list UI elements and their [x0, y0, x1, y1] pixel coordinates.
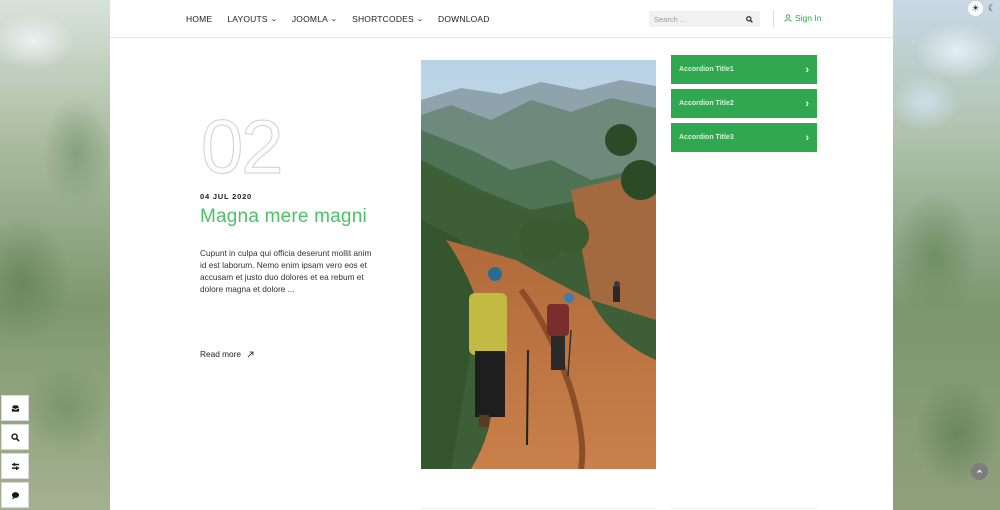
side-inbox-button[interactable] [1, 395, 29, 421]
theme-toggle: ☀ ☾ [968, 0, 1000, 17]
nav-home-label: HOME [186, 14, 213, 24]
light-mode-button[interactable]: ☀ [968, 1, 983, 16]
moon-icon[interactable]: ☾ [988, 3, 996, 14]
user-icon [784, 14, 792, 22]
accordion-item-1-label: Accordion Title1 [679, 66, 734, 73]
side-chat-button[interactable] [1, 482, 29, 508]
accordion-item-2-label: Accordion Title2 [679, 100, 734, 107]
chevron-right-icon: › [805, 63, 809, 76]
sign-in-label: Sign In [795, 13, 822, 23]
arrow-up-right-icon [247, 351, 254, 357]
article-image[interactable] [421, 60, 656, 469]
side-settings-button[interactable] [1, 453, 29, 479]
background-forest-right [893, 0, 1000, 510]
sliders-icon [11, 462, 19, 470]
chevron-up-icon [977, 469, 982, 473]
search-button[interactable] [741, 11, 757, 27]
chevron-right-icon: › [805, 131, 809, 144]
chevron-down-icon: ⌄ [330, 16, 338, 23]
page-container: HOME LAYOUTS ⌄ JOOMLA ⌄ SHORTCODES ⌄ DOW… [110, 0, 893, 510]
search-icon [10, 432, 20, 442]
nav-home[interactable]: HOME [186, 14, 212, 24]
nav-joomla-label: JOOMLA [291, 14, 328, 24]
chevron-down-icon: ⌄ [416, 16, 424, 23]
nav-shortcodes-label: SHORTCODES [352, 14, 414, 24]
header-divider [773, 10, 774, 28]
nav-shortcodes[interactable]: SHORTCODES ⌄ [352, 14, 423, 24]
accordion-item-1[interactable]: Accordion Title1 › [671, 55, 817, 84]
chevron-right-icon: › [805, 97, 809, 110]
article-number: 02 [201, 105, 285, 191]
sign-in-link[interactable]: Sign In [784, 13, 821, 23]
article-excerpt: Cupunt in culpa qui officia deserunt mol… [200, 248, 372, 294]
article-title[interactable]: Magna mere magni [200, 206, 367, 228]
chevron-down-icon: ⌄ [270, 16, 278, 23]
scroll-to-top-button[interactable] [971, 463, 988, 480]
sun-icon: ☀ [971, 3, 980, 13]
hikers-mountain-photo [421, 60, 656, 469]
article-date: 04 JUL 2020 [200, 192, 253, 201]
chat-icon [11, 491, 19, 500]
inbox-icon [11, 404, 19, 412]
accordion-item-3-label: Accordion Title3 [679, 134, 734, 141]
read-more-link[interactable]: Read more [200, 349, 254, 359]
divider [421, 508, 656, 509]
accordion-item-3[interactable]: Accordion Title3 › [671, 123, 817, 152]
nav-download-label: DOWNLOAD [437, 14, 490, 24]
read-more-label: Read more [200, 349, 242, 359]
nav-joomla[interactable]: JOOMLA ⌄ [291, 14, 338, 24]
search-input[interactable] [649, 11, 741, 27]
search-box [649, 11, 760, 27]
nav-download[interactable]: DOWNLOAD [438, 14, 490, 24]
side-search-button[interactable] [1, 424, 29, 450]
divider [671, 508, 817, 509]
nav-layouts[interactable]: LAYOUTS ⌄ [227, 14, 277, 24]
search-icon [745, 15, 753, 23]
nav-layouts-label: LAYOUTS [227, 14, 268, 24]
accordion-item-2[interactable]: Accordion Title2 › [671, 89, 817, 118]
main-nav: HOME LAYOUTS ⌄ JOOMLA ⌄ SHORTCODES ⌄ DOW… [186, 0, 505, 38]
site-header: HOME LAYOUTS ⌄ JOOMLA ⌄ SHORTCODES ⌄ DOW… [110, 0, 893, 38]
